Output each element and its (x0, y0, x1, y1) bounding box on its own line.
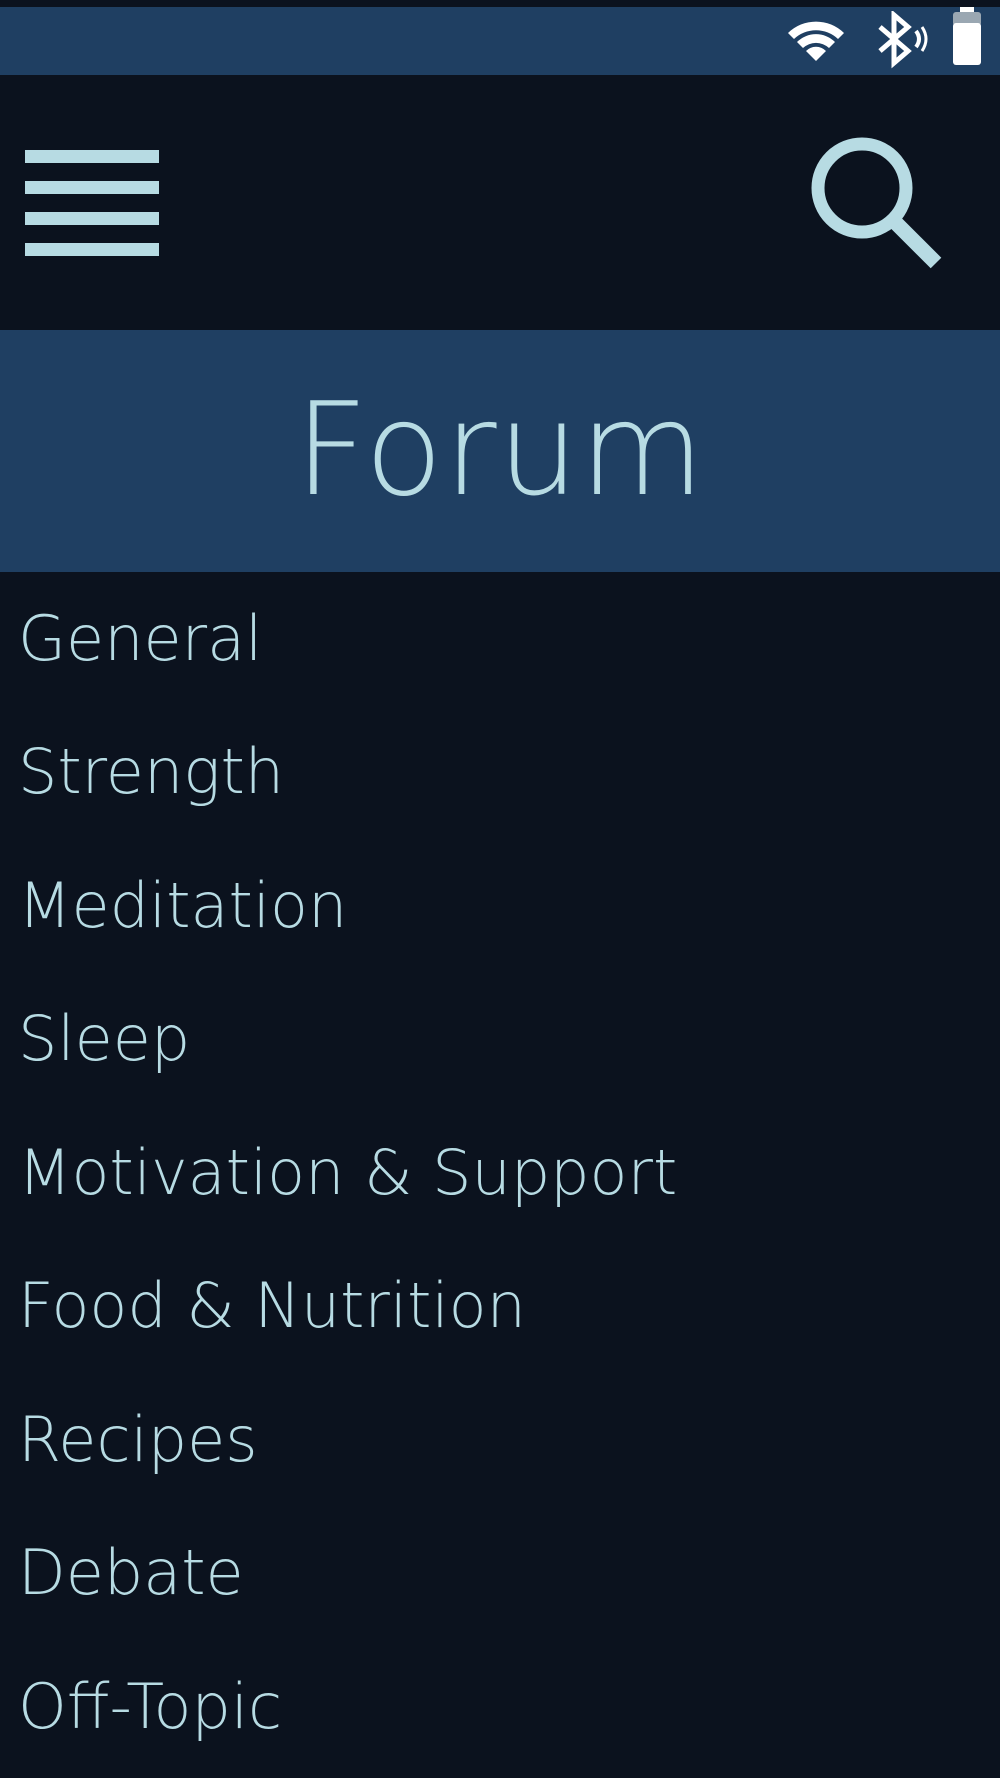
category-label: Meditation (18, 868, 348, 942)
category-label: General (18, 601, 263, 675)
forum-screen: Forum General Strength Meditation Sleep … (0, 0, 1000, 1778)
category-item-meditation[interactable]: Meditation (0, 839, 1000, 973)
battery-icon (953, 7, 981, 65)
category-label: Recipes (18, 1402, 258, 1476)
category-item-debate[interactable]: Debate (0, 1507, 1000, 1641)
category-item-sleep[interactable]: Sleep (0, 973, 1000, 1107)
bluetooth-icon (878, 11, 928, 69)
page-header: Forum (0, 330, 1000, 572)
app-toolbar (0, 75, 1000, 330)
wifi-icon (788, 21, 844, 61)
category-item-motivation-support[interactable]: Motivation & Support (0, 1106, 1000, 1240)
category-item-general[interactable]: General (0, 572, 1000, 706)
menu-bar-line (25, 243, 159, 256)
category-label: Sleep (18, 1002, 191, 1076)
page-title: Forum (294, 376, 706, 525)
menu-bar-line (25, 181, 159, 194)
search-icon[interactable] (806, 133, 942, 269)
category-label: Off-Topic (18, 1669, 283, 1743)
category-list: General Strength Meditation Sleep Motiva… (0, 572, 1000, 1774)
category-label: Motivation & Support (18, 1135, 678, 1209)
category-label: Strength (18, 735, 285, 809)
category-item-strength[interactable]: Strength (0, 706, 1000, 840)
menu-bar-line (25, 212, 159, 225)
category-label: Food & Nutrition (18, 1269, 526, 1343)
category-label: Debate (18, 1536, 244, 1610)
top-edge (0, 0, 1000, 7)
menu-bar-line (25, 150, 159, 163)
category-item-recipes[interactable]: Recipes (0, 1373, 1000, 1507)
hamburger-menu-icon[interactable] (25, 150, 159, 256)
status-bar (0, 7, 1000, 75)
category-item-food-nutrition[interactable]: Food & Nutrition (0, 1240, 1000, 1374)
category-item-off-topic[interactable]: Off-Topic (0, 1640, 1000, 1774)
